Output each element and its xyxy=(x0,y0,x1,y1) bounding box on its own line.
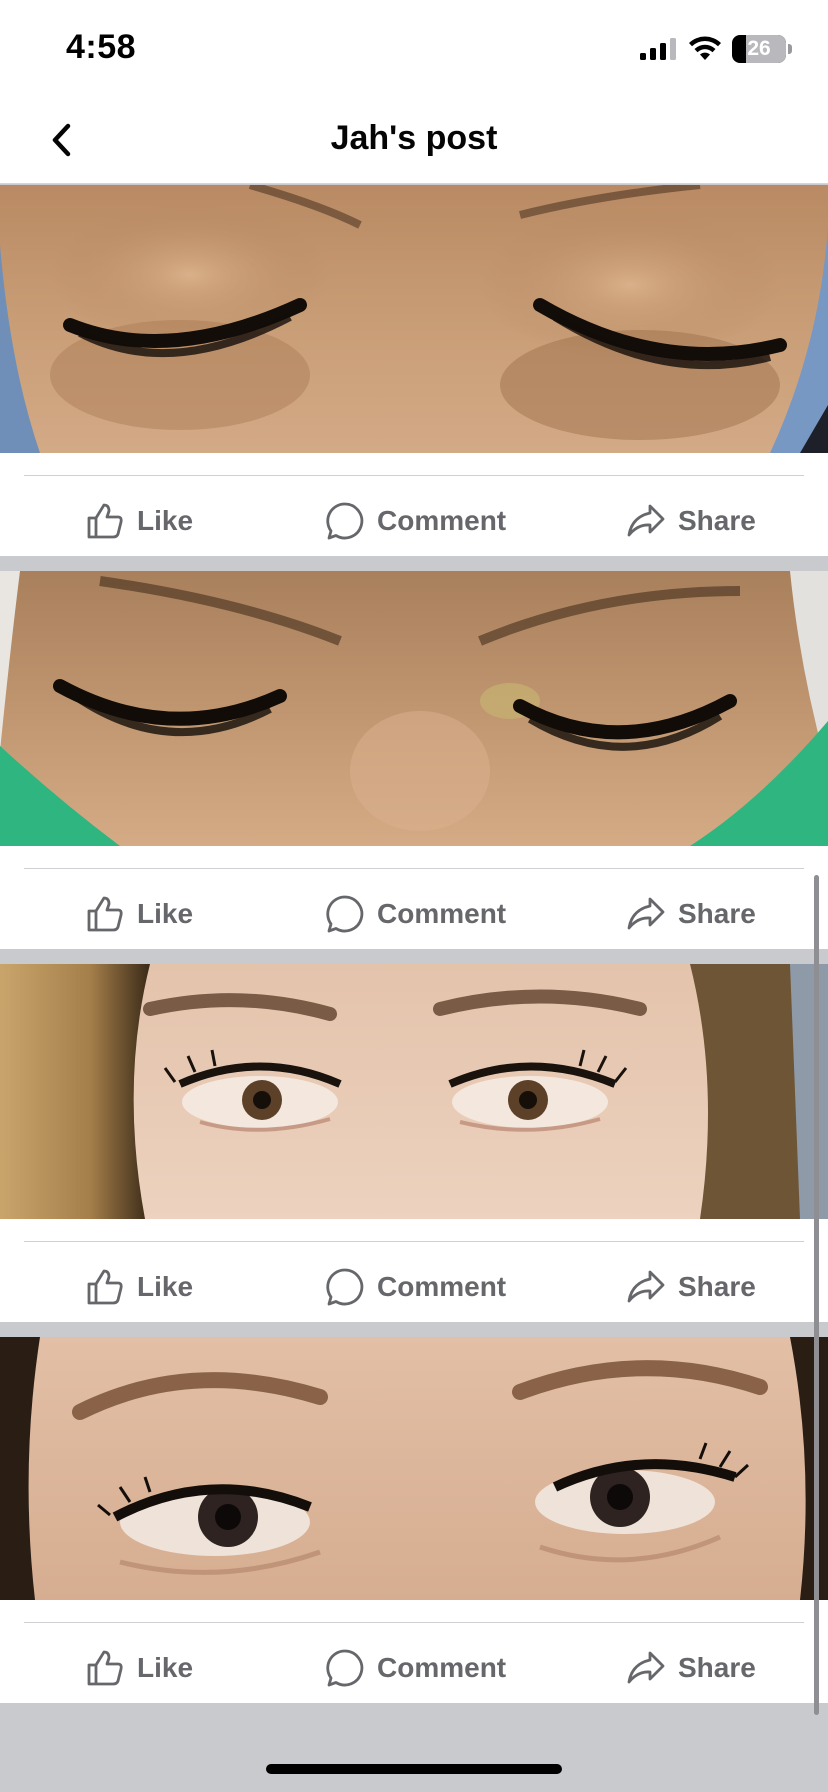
battery-cap xyxy=(788,44,792,54)
post-action-bar: Like Comment Share xyxy=(0,1600,828,1703)
wifi-icon xyxy=(689,36,721,60)
like-label: Like xyxy=(137,505,194,536)
like-button[interactable]: Like xyxy=(85,1263,193,1311)
thumbs-up-icon xyxy=(85,1267,125,1307)
post-photo[interactable] xyxy=(0,1337,828,1600)
like-label: Like xyxy=(137,1271,194,1302)
battery-percent: 26 xyxy=(747,37,771,60)
post-action-bar: Like Comment Share xyxy=(0,846,828,949)
divider xyxy=(24,475,804,476)
comment-button[interactable]: Comment xyxy=(325,497,506,545)
home-indicator[interactable] xyxy=(266,1764,562,1774)
like-button[interactable]: Like xyxy=(85,1644,193,1692)
share-arrow-icon xyxy=(626,1648,666,1688)
photo-post: Like Comment Share xyxy=(0,964,828,1322)
like-label: Like xyxy=(137,1652,194,1683)
divider xyxy=(24,1241,804,1242)
comment-bubble-icon xyxy=(325,1648,365,1688)
thumbs-up-icon xyxy=(85,1648,125,1688)
post-separator xyxy=(0,1322,828,1337)
comment-button[interactable]: Comment xyxy=(325,1644,506,1692)
share-button[interactable]: Share xyxy=(626,497,756,545)
page-title: Jah's post xyxy=(330,119,498,157)
share-label: Share xyxy=(678,1271,756,1302)
share-label: Share xyxy=(678,505,756,536)
lashes-photo-open-dark-eyes xyxy=(0,1337,828,1600)
comment-bubble-icon xyxy=(325,894,365,934)
lashes-photo-open-brown-eyes xyxy=(0,964,828,1219)
battery-icon: 26 xyxy=(732,35,786,63)
share-arrow-icon xyxy=(626,1267,666,1307)
share-arrow-icon xyxy=(626,894,666,934)
comment-bubble-icon xyxy=(325,501,365,541)
thumbs-up-icon xyxy=(85,894,125,934)
status-bar: 4:58 26 xyxy=(0,0,828,96)
comment-label: Comment xyxy=(377,505,507,536)
divider xyxy=(24,868,804,869)
post-separator xyxy=(0,556,828,571)
share-label: Share xyxy=(678,1652,756,1683)
scrollbar[interactable] xyxy=(814,875,819,1715)
photo-post: Like Comment Share xyxy=(0,571,828,949)
post-photo[interactable] xyxy=(0,964,828,1219)
lashes-photo-closed-eyes xyxy=(0,185,828,453)
comment-button[interactable]: Comment xyxy=(325,1263,506,1311)
share-label: Share xyxy=(678,898,756,929)
thumbs-up-icon xyxy=(85,501,125,541)
share-button[interactable]: Share xyxy=(626,1263,756,1311)
share-button[interactable]: Share xyxy=(626,890,756,938)
lashes-photo-closed-eyes-green-cape xyxy=(0,571,828,846)
nav-header: Jah's post xyxy=(0,96,828,184)
like-button[interactable]: Like xyxy=(85,890,193,938)
share-button[interactable]: Share xyxy=(626,1644,756,1692)
post-photo[interactable] xyxy=(0,571,828,846)
photo-post: Like Comment Share xyxy=(0,185,828,556)
like-label: Like xyxy=(137,898,194,929)
comment-button[interactable]: Comment xyxy=(325,890,506,938)
comment-label: Comment xyxy=(377,898,507,929)
post-action-bar: Like Comment Share xyxy=(0,453,828,556)
comment-bubble-icon xyxy=(325,1267,365,1307)
comment-label: Comment xyxy=(377,1652,507,1683)
post-action-bar: Like Comment Share xyxy=(0,1219,828,1322)
like-button[interactable]: Like xyxy=(85,497,193,545)
signal-icon xyxy=(640,38,676,60)
post-photo[interactable] xyxy=(0,185,828,453)
photo-post: Like Comment Share xyxy=(0,1337,828,1703)
share-arrow-icon xyxy=(626,501,666,541)
status-time: 4:58 xyxy=(66,28,137,66)
status-icons: 26 xyxy=(638,34,798,64)
app-screen: 4:58 26 Jah's post Like Comment Share Li… xyxy=(0,0,828,1792)
comment-label: Comment xyxy=(377,1271,507,1302)
post-separator xyxy=(0,949,828,964)
post-feed: Like Comment Share Like Comment Share Li… xyxy=(0,185,828,1703)
divider xyxy=(24,1622,804,1623)
